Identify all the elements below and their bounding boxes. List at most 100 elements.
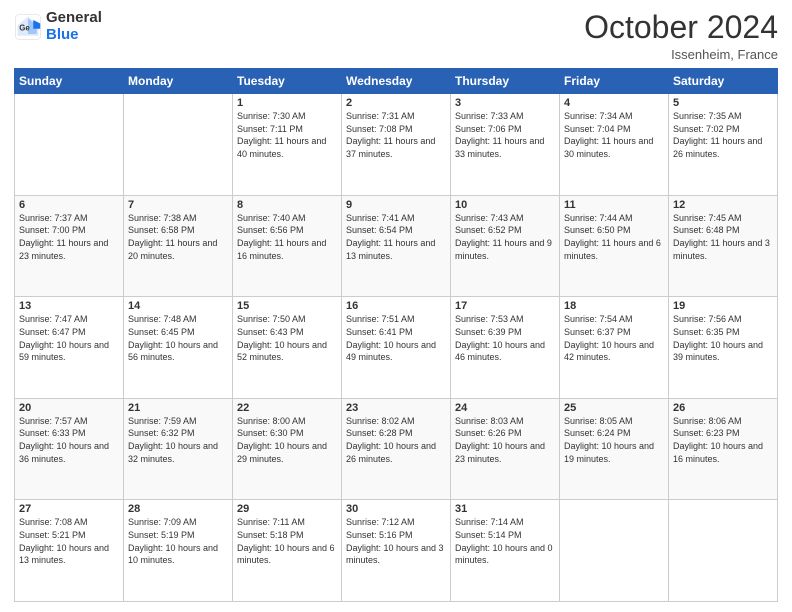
calendar-cell: 8Sunrise: 7:40 AM Sunset: 6:56 PM Daylig… xyxy=(233,195,342,297)
calendar-cell: 19Sunrise: 7:56 AM Sunset: 6:35 PM Dayli… xyxy=(669,297,778,399)
day-number: 6 xyxy=(19,199,119,211)
day-info: Sunrise: 7:47 AM Sunset: 6:47 PM Dayligh… xyxy=(19,313,119,363)
calendar-cell: 25Sunrise: 8:05 AM Sunset: 6:24 PM Dayli… xyxy=(560,398,669,500)
day-number: 22 xyxy=(237,402,337,414)
calendar-cell: 9Sunrise: 7:41 AM Sunset: 6:54 PM Daylig… xyxy=(342,195,451,297)
weekday-header-sunday: Sunday xyxy=(15,69,124,94)
calendar-cell xyxy=(669,500,778,602)
logo-blue-text: Blue xyxy=(46,26,79,43)
logo-text: General Blue xyxy=(46,10,102,43)
day-info: Sunrise: 7:45 AM Sunset: 6:48 PM Dayligh… xyxy=(673,212,773,262)
day-info: Sunrise: 7:54 AM Sunset: 6:37 PM Dayligh… xyxy=(564,313,664,363)
calendar-cell: 30Sunrise: 7:12 AM Sunset: 5:16 PM Dayli… xyxy=(342,500,451,602)
day-number: 8 xyxy=(237,199,337,211)
day-number: 7 xyxy=(128,199,228,211)
day-number: 30 xyxy=(346,503,446,515)
day-number: 29 xyxy=(237,503,337,515)
day-number: 1 xyxy=(237,97,337,109)
calendar-cell: 13Sunrise: 7:47 AM Sunset: 6:47 PM Dayli… xyxy=(15,297,124,399)
calendar-cell: 4Sunrise: 7:34 AM Sunset: 7:04 PM Daylig… xyxy=(560,94,669,196)
day-info: Sunrise: 7:34 AM Sunset: 7:04 PM Dayligh… xyxy=(564,110,664,160)
day-number: 26 xyxy=(673,402,773,414)
day-info: Sunrise: 7:08 AM Sunset: 5:21 PM Dayligh… xyxy=(19,516,119,566)
day-info: Sunrise: 7:56 AM Sunset: 6:35 PM Dayligh… xyxy=(673,313,773,363)
svg-text:Ge: Ge xyxy=(19,23,30,32)
day-number: 3 xyxy=(455,97,555,109)
calendar-week-row: 1Sunrise: 7:30 AM Sunset: 7:11 PM Daylig… xyxy=(15,94,778,196)
day-number: 11 xyxy=(564,199,664,211)
calendar-cell: 15Sunrise: 7:50 AM Sunset: 6:43 PM Dayli… xyxy=(233,297,342,399)
day-info: Sunrise: 7:57 AM Sunset: 6:33 PM Dayligh… xyxy=(19,415,119,465)
day-number: 15 xyxy=(237,300,337,312)
day-number: 4 xyxy=(564,97,664,109)
day-number: 25 xyxy=(564,402,664,414)
calendar-cell: 16Sunrise: 7:51 AM Sunset: 6:41 PM Dayli… xyxy=(342,297,451,399)
day-number: 12 xyxy=(673,199,773,211)
day-number: 14 xyxy=(128,300,228,312)
calendar-cell: 31Sunrise: 7:14 AM Sunset: 5:14 PM Dayli… xyxy=(451,500,560,602)
day-number: 31 xyxy=(455,503,555,515)
month-title: October 2024 xyxy=(584,10,778,45)
weekday-header-row: SundayMondayTuesdayWednesdayThursdayFrid… xyxy=(15,69,778,94)
day-info: Sunrise: 7:33 AM Sunset: 7:06 PM Dayligh… xyxy=(455,110,555,160)
calendar-cell: 22Sunrise: 8:00 AM Sunset: 6:30 PM Dayli… xyxy=(233,398,342,500)
day-number: 27 xyxy=(19,503,119,515)
day-info: Sunrise: 8:00 AM Sunset: 6:30 PM Dayligh… xyxy=(237,415,337,465)
calendar-cell: 2Sunrise: 7:31 AM Sunset: 7:08 PM Daylig… xyxy=(342,94,451,196)
day-info: Sunrise: 7:53 AM Sunset: 6:39 PM Dayligh… xyxy=(455,313,555,363)
calendar-cell: 28Sunrise: 7:09 AM Sunset: 5:19 PM Dayli… xyxy=(124,500,233,602)
day-info: Sunrise: 7:40 AM Sunset: 6:56 PM Dayligh… xyxy=(237,212,337,262)
day-number: 19 xyxy=(673,300,773,312)
calendar-cell: 1Sunrise: 7:30 AM Sunset: 7:11 PM Daylig… xyxy=(233,94,342,196)
calendar-cell: 3Sunrise: 7:33 AM Sunset: 7:06 PM Daylig… xyxy=(451,94,560,196)
calendar-cell: 7Sunrise: 7:38 AM Sunset: 6:58 PM Daylig… xyxy=(124,195,233,297)
calendar-table: SundayMondayTuesdayWednesdayThursdayFrid… xyxy=(14,68,778,602)
calendar-week-row: 27Sunrise: 7:08 AM Sunset: 5:21 PM Dayli… xyxy=(15,500,778,602)
calendar-cell: 11Sunrise: 7:44 AM Sunset: 6:50 PM Dayli… xyxy=(560,195,669,297)
day-number: 16 xyxy=(346,300,446,312)
header: Ge General Blue October 2024 Issenheim, … xyxy=(14,10,778,62)
calendar-week-row: 6Sunrise: 7:37 AM Sunset: 7:00 PM Daylig… xyxy=(15,195,778,297)
location: Issenheim, France xyxy=(584,47,778,62)
calendar-cell: 10Sunrise: 7:43 AM Sunset: 6:52 PM Dayli… xyxy=(451,195,560,297)
day-info: Sunrise: 7:12 AM Sunset: 5:16 PM Dayligh… xyxy=(346,516,446,566)
calendar-cell xyxy=(15,94,124,196)
calendar-cell: 27Sunrise: 7:08 AM Sunset: 5:21 PM Dayli… xyxy=(15,500,124,602)
day-number: 10 xyxy=(455,199,555,211)
day-number: 13 xyxy=(19,300,119,312)
weekday-header-wednesday: Wednesday xyxy=(342,69,451,94)
day-info: Sunrise: 7:31 AM Sunset: 7:08 PM Dayligh… xyxy=(346,110,446,160)
day-info: Sunrise: 7:37 AM Sunset: 7:00 PM Dayligh… xyxy=(19,212,119,262)
day-info: Sunrise: 7:43 AM Sunset: 6:52 PM Dayligh… xyxy=(455,212,555,262)
logo-general-text: General xyxy=(46,9,102,26)
calendar-cell: 5Sunrise: 7:35 AM Sunset: 7:02 PM Daylig… xyxy=(669,94,778,196)
day-number: 9 xyxy=(346,199,446,211)
calendar-week-row: 13Sunrise: 7:47 AM Sunset: 6:47 PM Dayli… xyxy=(15,297,778,399)
day-number: 20 xyxy=(19,402,119,414)
day-number: 17 xyxy=(455,300,555,312)
calendar-cell: 29Sunrise: 7:11 AM Sunset: 5:18 PM Dayli… xyxy=(233,500,342,602)
page: Ge General Blue October 2024 Issenheim, … xyxy=(0,0,792,612)
day-info: Sunrise: 8:05 AM Sunset: 6:24 PM Dayligh… xyxy=(564,415,664,465)
calendar-cell: 24Sunrise: 8:03 AM Sunset: 6:26 PM Dayli… xyxy=(451,398,560,500)
day-info: Sunrise: 7:35 AM Sunset: 7:02 PM Dayligh… xyxy=(673,110,773,160)
day-info: Sunrise: 7:38 AM Sunset: 6:58 PM Dayligh… xyxy=(128,212,228,262)
calendar-cell: 14Sunrise: 7:48 AM Sunset: 6:45 PM Dayli… xyxy=(124,297,233,399)
day-info: Sunrise: 7:51 AM Sunset: 6:41 PM Dayligh… xyxy=(346,313,446,363)
day-info: Sunrise: 7:14 AM Sunset: 5:14 PM Dayligh… xyxy=(455,516,555,566)
title-block: October 2024 Issenheim, France xyxy=(584,10,778,62)
day-info: Sunrise: 7:50 AM Sunset: 6:43 PM Dayligh… xyxy=(237,313,337,363)
weekday-header-friday: Friday xyxy=(560,69,669,94)
day-number: 21 xyxy=(128,402,228,414)
logo: Ge General Blue xyxy=(14,10,102,43)
day-info: Sunrise: 8:06 AM Sunset: 6:23 PM Dayligh… xyxy=(673,415,773,465)
day-info: Sunrise: 7:59 AM Sunset: 6:32 PM Dayligh… xyxy=(128,415,228,465)
calendar-cell: 26Sunrise: 8:06 AM Sunset: 6:23 PM Dayli… xyxy=(669,398,778,500)
weekday-header-tuesday: Tuesday xyxy=(233,69,342,94)
weekday-header-saturday: Saturday xyxy=(669,69,778,94)
calendar-week-row: 20Sunrise: 7:57 AM Sunset: 6:33 PM Dayli… xyxy=(15,398,778,500)
day-number: 18 xyxy=(564,300,664,312)
day-number: 24 xyxy=(455,402,555,414)
calendar-cell: 20Sunrise: 7:57 AM Sunset: 6:33 PM Dayli… xyxy=(15,398,124,500)
day-number: 2 xyxy=(346,97,446,109)
